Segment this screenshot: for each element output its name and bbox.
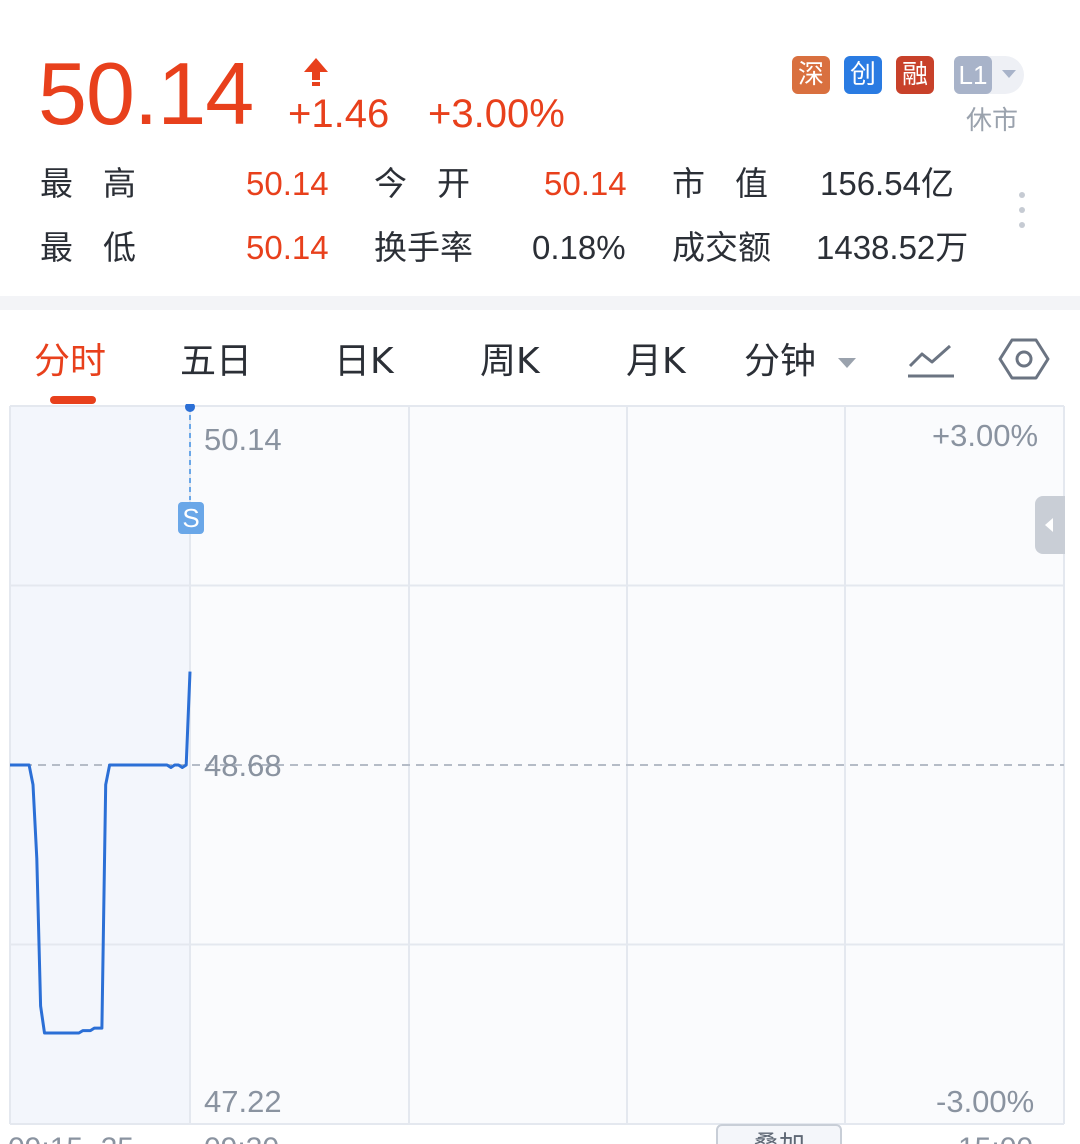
turnover-label: 换手率 [374,228,473,267]
market-badges: 深 创 融 [792,56,934,94]
side-panel-handle[interactable] [1035,496,1065,554]
high-label: 最高 [40,164,166,203]
level-selector[interactable]: L1 [954,56,1024,94]
tab-minute[interactable]: 分钟 [744,340,816,384]
tab-weekly-k[interactable]: 周K [480,340,540,384]
chart-canvas [9,404,1065,1125]
time-label-auction: 09:15~25 [8,1132,134,1144]
time-label-open: 09:30 [204,1132,279,1144]
chevron-down-icon [1002,70,1016,78]
y-label-prev-close: 48.68 [204,748,282,783]
price-change: +1.46 [288,92,390,136]
pct-label-low: -3.00% [936,1084,1035,1119]
amount-value: 1438.52万 [816,229,969,266]
line-chart-icon[interactable] [904,336,956,382]
section-divider [0,296,1080,310]
chevron-down-icon [838,358,856,368]
settings-hexagon-icon[interactable] [998,336,1050,382]
open-value: 50.14 [544,165,627,202]
active-tab-indicator [50,396,96,404]
tab-five-day[interactable]: 五日 [180,340,252,384]
y-label-high: 50.14 [204,422,282,457]
shenzhen-badge: 深 [792,56,830,94]
turnover-value: 0.18% [532,229,626,266]
low-value: 50.14 [246,229,329,266]
level-badge: L1 [954,56,992,94]
mktcap-value: 156.54亿 [820,165,954,202]
last-price: 50.14 [38,44,254,143]
pct-label-high: +3.00% [932,418,1039,453]
time-axis: 09:15~25 09:30 叠加 15:00 [0,1124,1080,1144]
tab-monthly-k[interactable]: 月K [626,340,686,384]
y-label-low: 47.22 [204,1084,282,1119]
price-change-pct: +3.00% [428,92,565,136]
high-value: 50.14 [246,165,329,202]
open-label: 今开 [374,164,500,203]
s-marker-badge[interactable]: S [178,502,204,534]
low-label: 最低 [40,228,166,267]
margin-badge: 融 [896,56,934,94]
amount-label: 成交额 [672,228,771,267]
mktcap-label: 市值 [672,164,798,203]
more-icon[interactable] [1016,192,1028,236]
chinext-badge: 创 [844,56,882,94]
overlay-button[interactable]: 叠加 [716,1124,842,1144]
market-status: 休市 [966,106,1019,136]
tab-daily-k[interactable]: 日K [334,340,394,384]
time-label-close: 15:00 [958,1132,1033,1144]
quote-header: 50.14 +1.46 +3.00% 深 创 融 L1 休市 最高 50.14 … [0,0,1080,296]
timeshare-chart[interactable]: 50.14 48.68 47.22 +3.00% -3.00% S [0,404,1080,1144]
up-arrow-icon [304,58,328,86]
tab-timeshare[interactable]: 分时 [34,340,106,384]
chart-tabs: 分时 五日 日K 周K 月K 分钟 [0,310,1080,404]
